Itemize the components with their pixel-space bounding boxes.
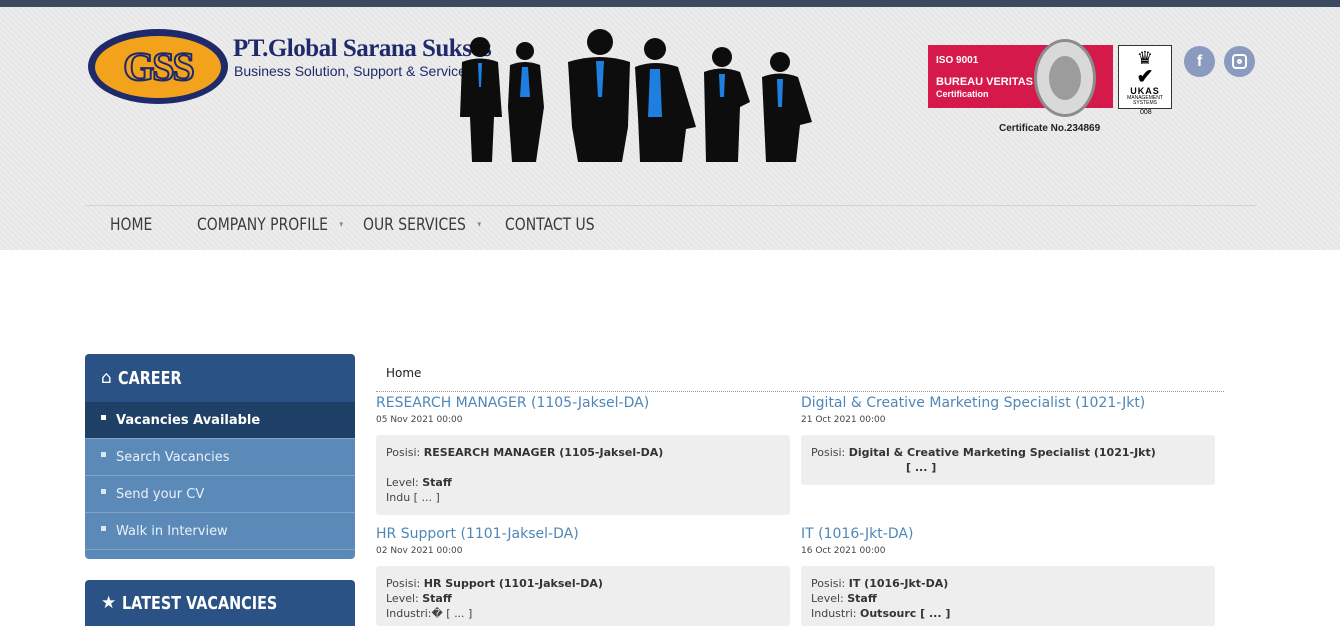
chevron-down-icon: ▾ [477, 220, 482, 230]
nav-our-services[interactable]: OUR SERVICES ▾ [363, 215, 481, 235]
sidebar-item-label: Walk in Interview [116, 523, 228, 539]
nav-our-services-label: OUR SERVICES [363, 215, 466, 235]
business-people-silhouettes [460, 29, 812, 162]
camera-glyph [1232, 54, 1247, 69]
nav-company-profile[interactable]: COMPANY PROFILE ▾ [197, 215, 343, 235]
job-date: 21 Oct 2021 00:00 [801, 415, 886, 425]
iso-certification-badge: ISO 9001 BUREAU VERITAS Certification [928, 39, 1113, 117]
breadcrumb[interactable]: Home [386, 366, 421, 380]
job-title-link[interactable]: HR Support (1101-Jaksel-DA) [376, 526, 579, 542]
job-summary: Posisi: Digital & Creative Marketing Spe… [801, 435, 1215, 485]
career-title: CAREER [117, 367, 182, 389]
home-icon: ⌂ [101, 368, 112, 388]
company-tagline: Business Solution, Support & Services [234, 63, 473, 79]
job-line-spacer [386, 460, 780, 475]
job-summary: Posisi: IT (1016-Jkt-DA) Level: Staff In… [801, 566, 1215, 626]
crown-icon: ♛ [1136, 48, 1154, 68]
nav-home[interactable]: HOME [110, 215, 152, 235]
instagram-icon[interactable] [1224, 46, 1255, 77]
top-accent-bar [0, 0, 1340, 7]
job-line: Industri:� [ ... ] [386, 607, 473, 620]
bureau-veritas-seal-icon [1034, 39, 1096, 117]
sidebar-item-label: Send your CV [116, 486, 205, 502]
ukas-subtitle: MANAGEMENT SYSTEMS [1127, 95, 1163, 106]
company-logo[interactable]: GSS PT.Global Sarana Sukses Business Sol… [88, 29, 492, 109]
job-line: Industri: Outsourc [ ... ] [811, 607, 951, 620]
job-date: 02 Nov 2021 00:00 [376, 546, 463, 556]
sidebar-item-walk-in-interview[interactable]: Walk in Interview [85, 513, 355, 550]
job-line: Posisi: HR Support (1101-Jaksel-DA) [386, 577, 603, 590]
job-line: Posisi: RESEARCH MANAGER (1105-Jaksel-DA… [386, 446, 664, 459]
job-line: [ ... ] [906, 461, 937, 474]
bureau-veritas-label: BUREAU VERITAS [936, 76, 1033, 88]
job-line: Level: Staff [386, 592, 452, 605]
nav-company-profile-label: COMPANY PROFILE [197, 215, 328, 235]
job-summary: Posisi: RESEARCH MANAGER (1105-Jaksel-DA… [376, 435, 790, 515]
iso-label: ISO 9001 [936, 55, 979, 66]
sidebar-item-search-vacancies[interactable]: Search Vacancies [85, 439, 355, 476]
nav-contact-us[interactable]: CONTACT US [505, 215, 595, 235]
ukas-number: 008 [1140, 109, 1152, 116]
ukas-badge: ♛ ✔ UKAS MANAGEMENT SYSTEMS [1118, 45, 1172, 109]
career-menu: Vacancies Available Search Vacancies Sen… [85, 402, 355, 559]
facebook-glyph: f [1196, 52, 1203, 70]
job-line: Indu [ ... ] [386, 491, 440, 504]
job-line: Level: Staff [811, 592, 877, 605]
career-panel-header: ⌂ CAREER [85, 354, 355, 402]
facebook-icon[interactable]: f [1184, 46, 1215, 77]
nav-contact-us-label: CONTACT US [505, 215, 595, 235]
certificate-number: Certificate No.234869 [999, 123, 1101, 134]
nav-divider [85, 205, 1256, 206]
latest-vacancies-header: ★ LATEST VACANCIES [85, 580, 355, 626]
checkmark-icon: ✔ [1136, 66, 1154, 88]
bullet-icon [101, 414, 106, 420]
job-summary: Posisi: HR Support (1101-Jaksel-DA) Leve… [376, 566, 790, 626]
job-date: 16 Oct 2021 00:00 [801, 546, 886, 556]
logo-emblem: GSS [88, 29, 228, 104]
star-icon: ★ [101, 593, 117, 613]
sidebar-item-send-cv[interactable]: Send your CV [85, 476, 355, 513]
logo-monogram: GSS [95, 35, 221, 98]
bullet-icon [101, 488, 106, 494]
job-title-link[interactable]: Digital & Creative Marketing Specialist … [801, 395, 1145, 411]
site-header: GSS PT.Global Sarana Sukses Business Sol… [0, 7, 1340, 250]
job-line: Posisi: IT (1016-Jkt-DA) [811, 577, 949, 590]
job-title-link[interactable]: IT (1016-Jkt-DA) [801, 526, 913, 542]
job-title-link[interactable]: RESEARCH MANAGER (1105-Jaksel-DA) [376, 395, 649, 411]
chevron-down-icon: ▾ [339, 220, 344, 230]
bullet-icon [101, 525, 106, 531]
breadcrumb-divider [376, 391, 1224, 392]
job-line: Level: Staff [386, 476, 452, 489]
job-line: Posisi: Digital & Creative Marketing Spe… [811, 446, 1156, 459]
bullet-icon [101, 451, 106, 457]
latest-vacancies-title: LATEST VACANCIES [122, 592, 278, 614]
sidebar-item-vacancies-available[interactable]: Vacancies Available [85, 402, 355, 439]
sidebar-item-label: Vacancies Available [116, 412, 261, 428]
job-date: 05 Nov 2021 00:00 [376, 415, 463, 425]
sidebar-item-label: Search Vacancies [116, 449, 230, 465]
certification-label: Certification [936, 89, 989, 99]
nav-home-label: HOME [110, 215, 153, 235]
